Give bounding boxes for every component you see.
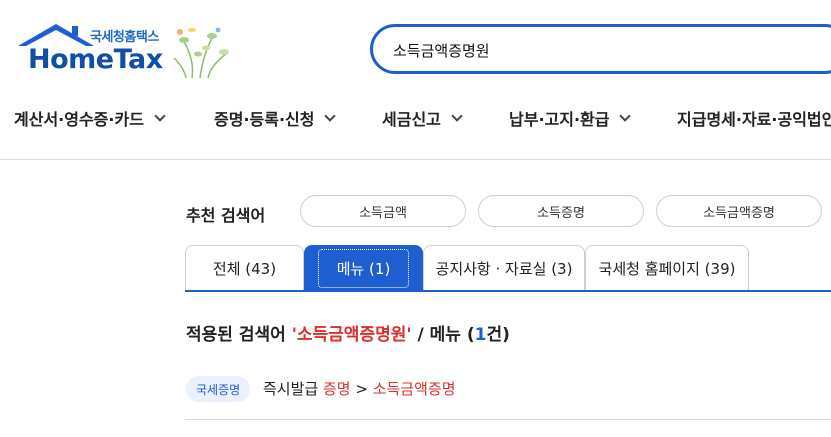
gnb-item-label: 세금신고 bbox=[382, 110, 441, 129]
tab-label: 메뉴 (1) bbox=[317, 249, 410, 288]
gnb-item-label: 지급명세·자료·공익법인 bbox=[677, 110, 831, 129]
tab-menu[interactable]: 메뉴 (1) bbox=[304, 245, 423, 291]
gnb-item-statements[interactable]: 지급명세·자료·공익법인 bbox=[677, 106, 831, 130]
recommended-chip[interactable]: 소득증명 bbox=[478, 195, 644, 227]
global-nav: 계산서·영수증·카드 증명·등록·신청 세금신고 납부·고지·환급 지급명세·자… bbox=[0, 96, 831, 142]
category-badge: 국세증명 bbox=[186, 376, 251, 402]
result-link[interactable]: 즉시발급 증명 > 소득금액증명 bbox=[263, 378, 456, 399]
chevron-down-icon bbox=[154, 109, 166, 122]
chevron-down-icon bbox=[451, 109, 463, 122]
tab-nts-homepage[interactable]: 국세청 홈페이지 (39) bbox=[585, 245, 749, 291]
applied-count: 1 bbox=[474, 325, 487, 345]
logo-korean-text: 국세청홈택스 bbox=[90, 30, 159, 45]
tab-notices[interactable]: 공지사항 · 자료실 (3) bbox=[423, 245, 585, 291]
recommended-chip[interactable]: 소득금액 bbox=[300, 195, 466, 227]
gnb-item-label: 계산서·영수증·카드 bbox=[14, 110, 144, 129]
applied-keyword: '소득금액증명원' bbox=[291, 325, 412, 345]
result-path-start: 즉시발급 bbox=[263, 380, 323, 398]
header-divider bbox=[0, 159, 831, 160]
chevron-down-icon bbox=[324, 109, 337, 122]
tab-label: 국세청 홈페이지 (39) bbox=[598, 260, 736, 278]
result-divider bbox=[185, 419, 831, 420]
applied-middle: / 메뉴 ( bbox=[411, 325, 475, 345]
plant-decoration-icon bbox=[173, 27, 229, 79]
result-path-mid: 증명 bbox=[322, 380, 351, 398]
gnb-item-payment[interactable]: 납부·고지·환급 bbox=[509, 106, 632, 130]
applied-keyword-heading: 적용된 검색어 '소득금액증명원' / 메뉴 (1건) bbox=[186, 320, 510, 345]
tab-label: 공지사항 · 자료실 (3) bbox=[435, 260, 573, 278]
gnb-item-invoice[interactable]: 계산서·영수증·카드 bbox=[14, 106, 166, 130]
tab-label: 전체 (43) bbox=[212, 260, 277, 278]
search-box[interactable] bbox=[370, 24, 831, 74]
result-path-end: 소득금액증명 bbox=[372, 380, 456, 398]
recommended-chip[interactable]: 소득금액증명 bbox=[656, 195, 822, 227]
gnb-item-certificate[interactable]: 증명·등록·신청 bbox=[214, 106, 337, 130]
tab-underline bbox=[185, 290, 831, 292]
result-separator: > bbox=[350, 380, 373, 398]
hometax-logo[interactable]: 국세청홈택스 HomeTax bbox=[14, 22, 234, 82]
logo-english-text: HomeTax bbox=[28, 44, 163, 75]
gnb-item-label: 증명·등록·신청 bbox=[214, 110, 315, 129]
gnb-item-tax-return[interactable]: 세금신고 bbox=[382, 106, 463, 130]
recommended-title: 추천 검색어 bbox=[186, 206, 266, 225]
applied-prefix: 적용된 검색어 bbox=[186, 325, 292, 345]
applied-suffix: 건) bbox=[486, 325, 510, 345]
search-input[interactable] bbox=[393, 39, 813, 61]
chevron-down-icon bbox=[619, 109, 632, 122]
gnb-item-label: 납부·고지·환급 bbox=[509, 110, 610, 129]
tab-all[interactable]: 전체 (43) bbox=[185, 245, 304, 291]
